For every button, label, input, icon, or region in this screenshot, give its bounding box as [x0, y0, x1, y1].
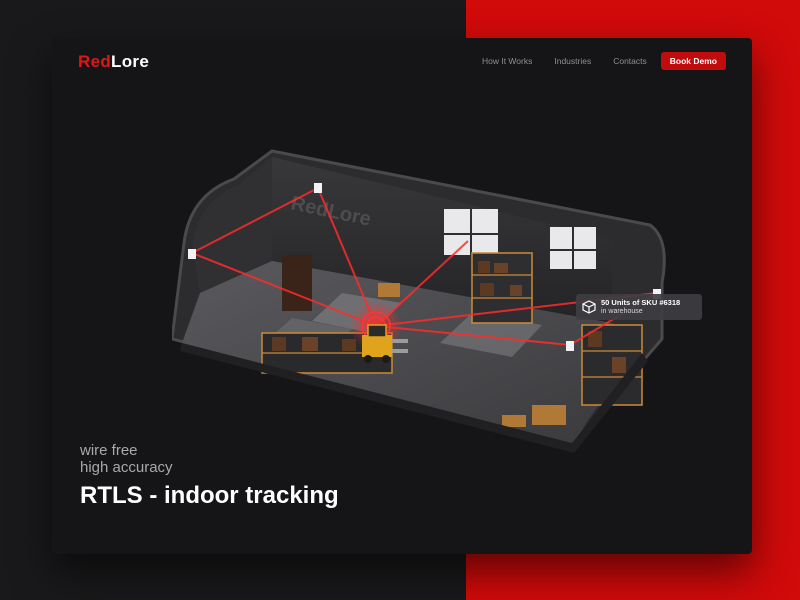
inventory-tooltip: 50 Units of SKU #6318 in warehouse	[576, 294, 702, 320]
logo-red-part: Red	[78, 52, 112, 71]
package-icon	[582, 300, 596, 314]
book-demo-button[interactable]: Book Demo	[660, 52, 726, 70]
hero-subtitle-line-1: wire free	[80, 442, 138, 459]
logo-white-part: Lore	[111, 52, 150, 71]
nav-industries[interactable]: Industries	[554, 56, 591, 66]
nav-how-it-works[interactable]: How It Works	[482, 56, 532, 66]
warehouse-door	[282, 255, 312, 311]
nav-contacts[interactable]: Contacts	[613, 56, 647, 66]
tooltip-subtitle: in warehouse	[601, 308, 643, 315]
top-nav: How It Works Industries Contacts Book De…	[460, 52, 726, 70]
hero-subtitle-line-2: high accuracy	[80, 459, 173, 476]
landing-card: RedLore How It Works Industries Contacts…	[52, 38, 752, 554]
tooltip-title: 50 Units of SKU #6318	[601, 298, 681, 307]
hero-title: RTLS - indoor tracking	[80, 482, 339, 509]
brand-logo[interactable]: RedLore	[78, 52, 149, 72]
